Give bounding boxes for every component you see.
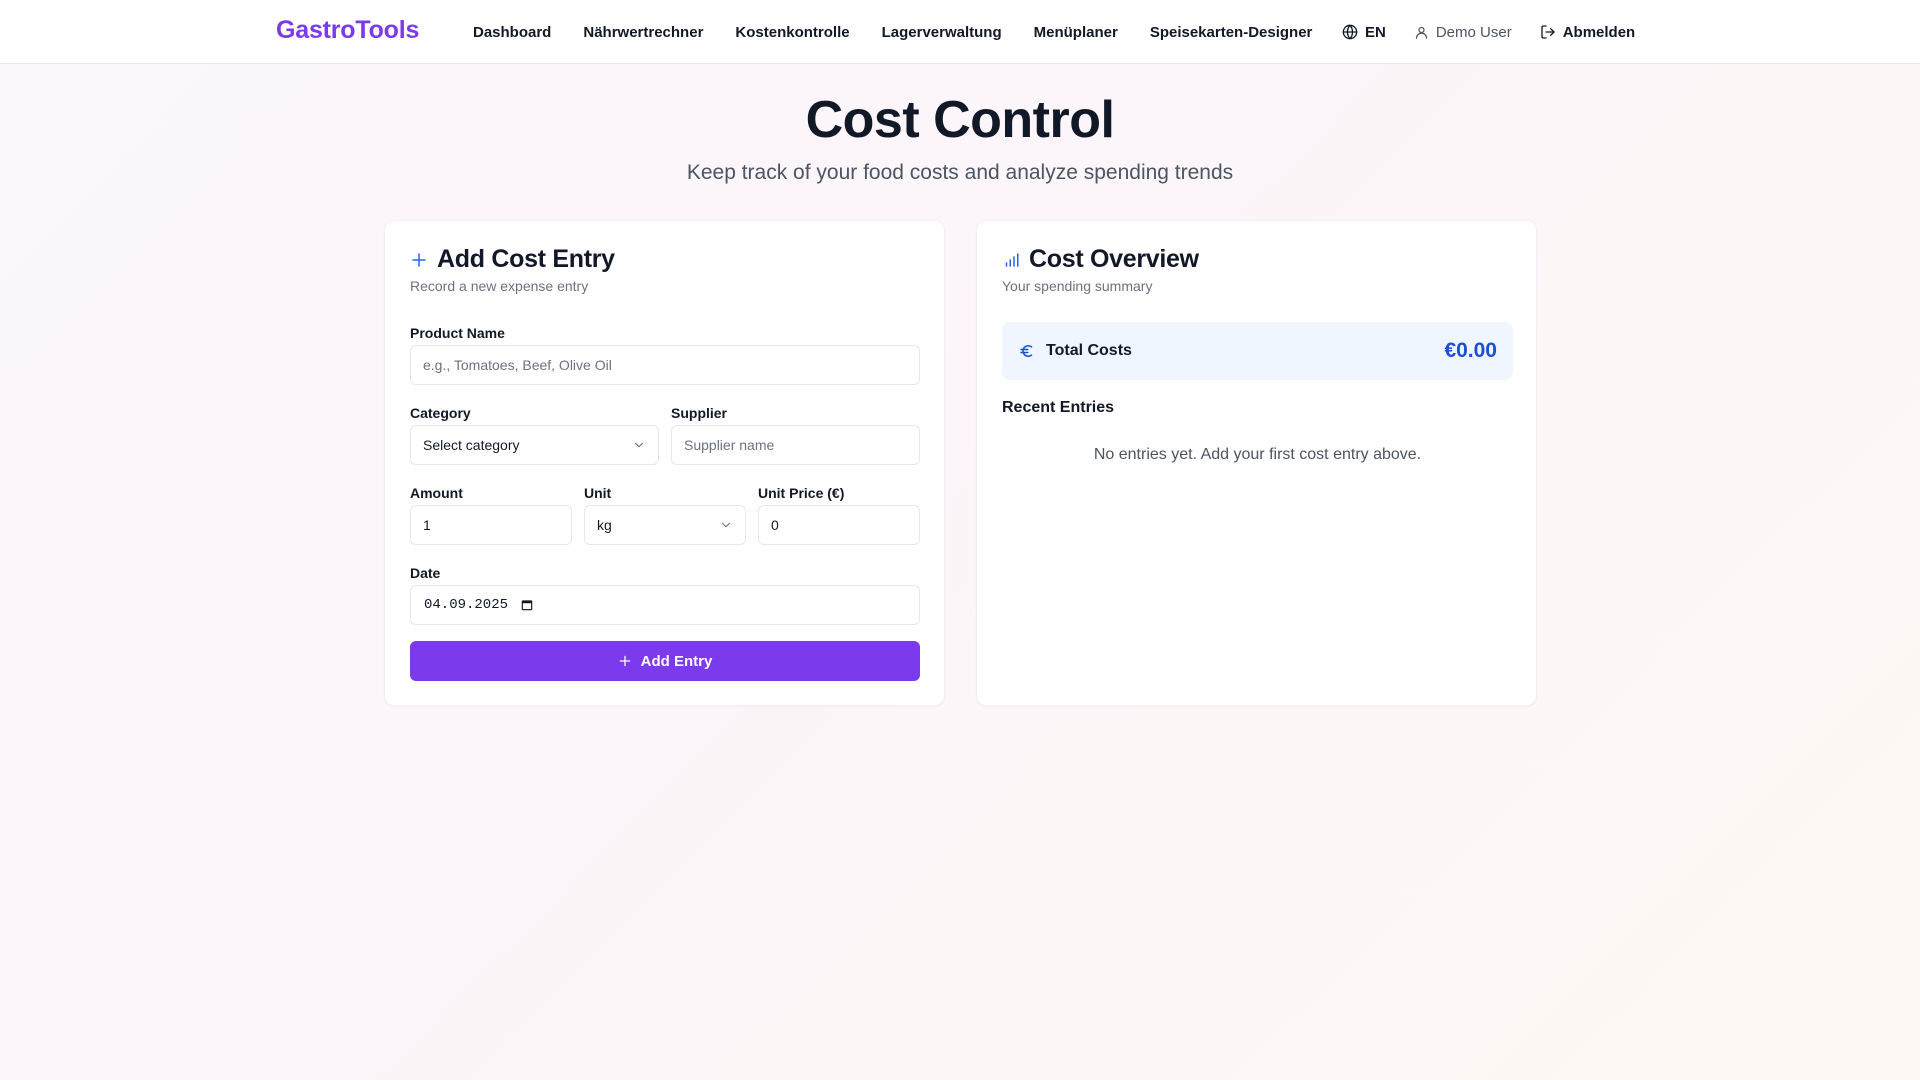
supplier-label: Supplier <box>671 405 728 421</box>
chevron-down-icon <box>721 522 731 528</box>
unit-price-input[interactable] <box>758 505 920 545</box>
unit-price-label: Unit Price (€) <box>758 485 845 501</box>
product-name-label: Product Name <box>410 325 505 341</box>
euro-icon <box>1020 345 1033 357</box>
add-entry-header: Add Cost Entry <box>410 245 615 274</box>
chevron-down-icon <box>634 442 644 448</box>
user-icon <box>1415 26 1427 39</box>
unit-select[interactable]: kg <box>584 505 746 545</box>
recent-entries-title: Recent Entries <box>1002 399 1115 416</box>
add-entry-description: Record a new expense entry <box>410 278 589 294</box>
page-title: Cost Control <box>805 91 1115 149</box>
add-entry-button[interactable]: Add Entry <box>410 641 920 681</box>
amount-label: Amount <box>410 485 463 501</box>
add-entry-button-label: Add Entry <box>640 652 713 670</box>
overview-description: Your spending summary <box>1002 278 1153 294</box>
logout-button[interactable]: Abmelden <box>1540 23 1636 41</box>
nav-dashboard[interactable]: Dashboard <box>473 24 551 41</box>
cost-overview-card: Cost Overview Your spending summary Tota… <box>976 220 1537 706</box>
main-nav: Dashboard Nährwertrechner Kostenkontroll… <box>473 0 1344 64</box>
plus-icon <box>619 655 630 667</box>
unit-select-value: kg <box>597 517 612 533</box>
empty-state-text: No entries yet. Add your first cost entr… <box>1093 446 1422 463</box>
globe-icon <box>1342 24 1358 40</box>
total-costs-left: Total Costs <box>1018 342 1132 360</box>
total-costs-label: Total Costs <box>1046 342 1132 359</box>
overview-title: Cost Overview <box>1029 245 1199 273</box>
add-cost-entry-card: Add Cost Entry Record a new expense entr… <box>384 220 945 706</box>
logout-icon <box>1541 25 1555 39</box>
calendar-icon[interactable] <box>520 598 534 612</box>
category-label: Category <box>410 405 471 421</box>
overview-header: Cost Overview <box>1002 245 1199 274</box>
supplier-input[interactable] <box>671 425 920 465</box>
unit-label: Unit <box>584 485 612 501</box>
product-name-input[interactable] <box>410 345 920 385</box>
language-switcher[interactable]: EN <box>1342 24 1386 41</box>
add-entry-title: Add Cost Entry <box>437 245 615 273</box>
nav-kostenkontrolle[interactable]: Kostenkontrolle <box>735 24 849 41</box>
bar-chart-icon <box>1005 252 1019 267</box>
date-label: Date <box>410 565 441 581</box>
page-subtitle: Keep track of your food costs and analyz… <box>686 161 1234 184</box>
category-select-value: Select category <box>423 437 520 453</box>
header-actions: EN Demo User Abmelden <box>1342 0 1635 64</box>
date-input[interactable]: 04.09.2025 <box>410 585 920 625</box>
user-menu[interactable]: Demo User <box>1414 24 1512 41</box>
category-select[interactable]: Select category <box>410 425 659 465</box>
date-value: 04.09.2025 <box>424 597 509 613</box>
amount-input[interactable] <box>410 505 572 545</box>
top-navigation-bar: GastroTools Dashboard Nährwertrechner Ko… <box>0 0 1920 64</box>
language-label: EN <box>1365 23 1386 41</box>
nav-menueplaner[interactable]: Menüplaner <box>1034 24 1118 41</box>
app-logo[interactable]: GastroTools <box>276 16 419 45</box>
logout-label: Abmelden <box>1562 23 1636 41</box>
nav-speisekarten-designer[interactable]: Speisekarten-Designer <box>1150 24 1313 41</box>
total-costs-box: Total Costs €0.00 <box>1002 322 1513 380</box>
nav-naehrwertrechner[interactable]: Nährwertrechner <box>583 24 703 41</box>
plus-icon <box>412 252 426 267</box>
user-name: Demo User <box>1435 23 1512 41</box>
total-costs-value: €0.00 <box>1444 339 1497 362</box>
nav-lagerverwaltung[interactable]: Lagerverwaltung <box>882 24 1002 41</box>
